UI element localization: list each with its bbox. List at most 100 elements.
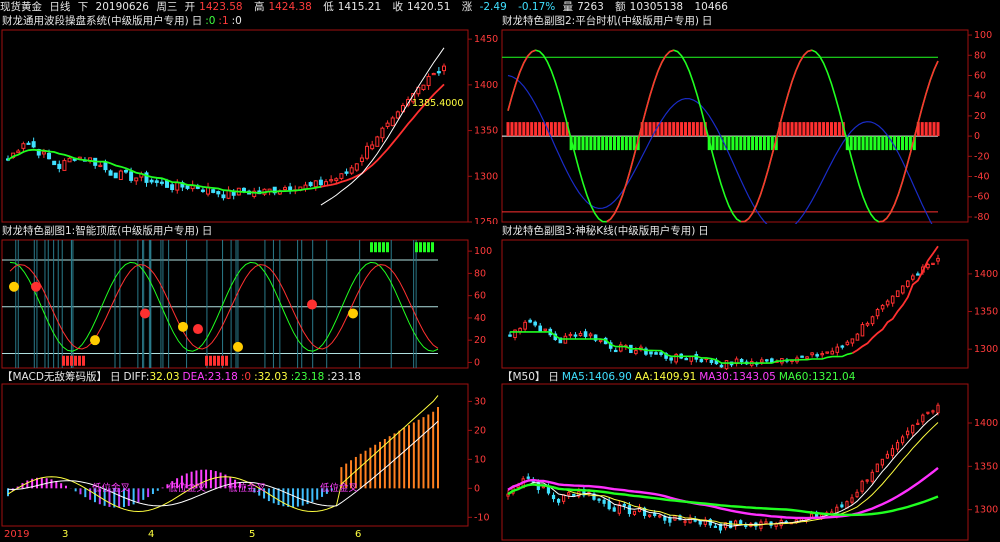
platform-bar [727,136,731,151]
platform-bar [782,122,786,137]
platform-timing-svg[interactable]: 100 80 60 40 20 0 -20 -40 -60 -80 [500,14,1000,224]
platform-bar [549,122,553,137]
platform-bar [755,136,759,151]
smart-top-bottom-panel[interactable]: 100 80 60 40 20 0 财龙特色副图1:智能顶底(中级版用户专用) 日 [0,224,500,370]
m50-candle [931,410,935,413]
platform-bar [833,122,837,137]
mystic-kline-candle [835,346,840,353]
platform-bar [648,122,652,137]
m50-candle [900,436,905,444]
low-caption: 低 [323,1,334,13]
platform-oscillator-up-segment [791,70,797,82]
period-label[interactable]: 日线 [49,1,70,13]
aa-label: AA: [634,371,653,383]
mystic-kline-candle [815,354,819,357]
mystic-kline-candle [709,359,714,363]
main-chart-svg[interactable]: 1450 1400 1350 1300 1250 1385.4000 [0,14,500,224]
mystic-kline-candle [654,352,658,355]
macd-s4: :23.18 [327,371,361,383]
m50-candle [865,479,869,482]
platform-timing-tick-label: 60 [974,70,986,81]
platform-bar [762,136,766,151]
m50-candle [526,476,530,479]
change-percent: -0.17% [518,1,556,13]
smart-bottom-bar [213,355,216,366]
platform-bar [601,136,605,151]
main-chart-candle [52,160,57,166]
m50-candle [885,453,890,459]
platform-timing-panel[interactable]: 100 80 60 40 20 0 -20 -40 -60 -80 财龙特色副图2:平台时机(中级… [500,14,1000,224]
m50-candle [875,463,879,473]
main-chart-candle [308,182,313,187]
macd-s1: :0 [240,371,252,383]
main-chart-candle [200,189,205,192]
m50-candle [906,430,910,436]
platform-oscillator-up-segment [617,195,624,207]
platform-oscillator-up-segment [747,212,754,220]
macd-svg[interactable]: 30 20 10 0 -10 低位金叉 低位金叉 低位金叉 低位金叉 [0,370,500,528]
mystic-kline-candle [543,328,548,331]
smart-top-bar [415,242,418,253]
mystic-kline-candle [911,275,915,280]
mystic-kline-tick-label: 1400 [974,269,998,280]
m50-title: 【M50】日 MA5:1406.90 AA:1409.91 MA30:1343.05 M… [502,370,858,384]
low-label: 低 1415.21 [323,1,385,13]
m50-title-text: 【M50】 [502,371,546,383]
smart-top-bottom-flag[interactable]: 日 [202,225,213,237]
platform-bar [735,136,739,151]
m50-panel[interactable]: 1400 1350 1300 【M50】日 MA5:1406.90 AA:1409.91… [500,370,1000,542]
mystic-kline-tick-label: 1300 [974,344,998,355]
mystic-kline-candle [936,257,940,262]
mystic-kline-panel[interactable]: 1400 1350 1300 财龙特色副图3:神秘K线(中级版用户专用) 日 [500,224,1000,370]
macd-s2: :32.03 [254,371,288,383]
main-chart-candle [134,177,139,182]
mystic-kline-svg[interactable]: 1400 1350 1300 [500,224,1000,370]
main-chart-flag[interactable]: 日 [192,15,203,27]
platform-oscillator-up-segment [613,205,620,214]
mystic-kline-candle [583,331,588,337]
main-chart-candle [47,152,52,160]
smiley-marker [9,281,19,292]
m50-flag[interactable]: 日 [548,371,559,383]
platform-bar [711,136,715,151]
mystic-kline-candle [805,356,809,360]
m50-candle [926,411,930,414]
smart-top-bar [419,242,422,253]
macd-panel[interactable]: 30 20 10 0 -10 低位金叉 低位金叉 低位金叉 低位金叉 【MACD无敌筹码版】日 D… [0,370,500,528]
macd-cross-label: 低位金叉 [320,482,359,494]
smart-bottom-bar [225,355,228,366]
platform-oscillator-up-segment [661,55,667,63]
macd-flag[interactable]: 日 [110,371,121,383]
platform-oscillator-up-segment [897,181,904,195]
smart-top-bottom-svg[interactable]: 100 80 60 40 20 0 [0,224,500,370]
mystic-kline-candle [825,351,830,354]
mystic-kline-candle [759,359,764,363]
main-chart-candle [221,194,226,199]
m50-candle [698,521,702,525]
high-value: 1424.38 [268,1,312,13]
macd-tick-label: 20 [474,425,486,436]
m50-svg[interactable]: 1400 1350 1300 [500,370,1000,542]
platform-oscillator-up-segment [921,93,927,108]
m50-candle [870,471,874,482]
main-chart-title: 财龙通用波段操盘系统(中级版用户专用) 日:0:1:0 [2,14,245,28]
ma30-value: 1343.05 [732,371,776,383]
mystic-kline-flag[interactable]: 日 [698,225,709,237]
main-chart-panel[interactable]: 1450 1400 1350 1300 1250 1385.4000 财龙通用波段操盘系统… [0,14,500,224]
platform-oscillator-up-segment [657,61,663,72]
red-dot-marker [140,308,150,319]
quote-bar: 现货黄金 日线 下 20190626 周三 开 1423.58 高 1424.38 … [0,0,1000,14]
mystic-kline-candle [855,333,860,341]
platform-timing-flag[interactable]: 日 [702,15,713,27]
symbol-name[interactable]: 现货黄金 [0,1,42,13]
platform-bar [660,122,664,137]
axis-month-3: 3 [62,529,69,540]
platform-bar [514,122,518,137]
platform-oscillator-up-segment [886,212,892,219]
axis-year: 2019 [4,529,30,540]
main-chart-candle [175,182,180,191]
mystic-kline-candle [528,319,532,323]
platform-oscillator-up-segment [807,49,812,53]
main-chart-candle [113,172,118,179]
macd-cross-label: 低位金叉 [92,482,131,494]
